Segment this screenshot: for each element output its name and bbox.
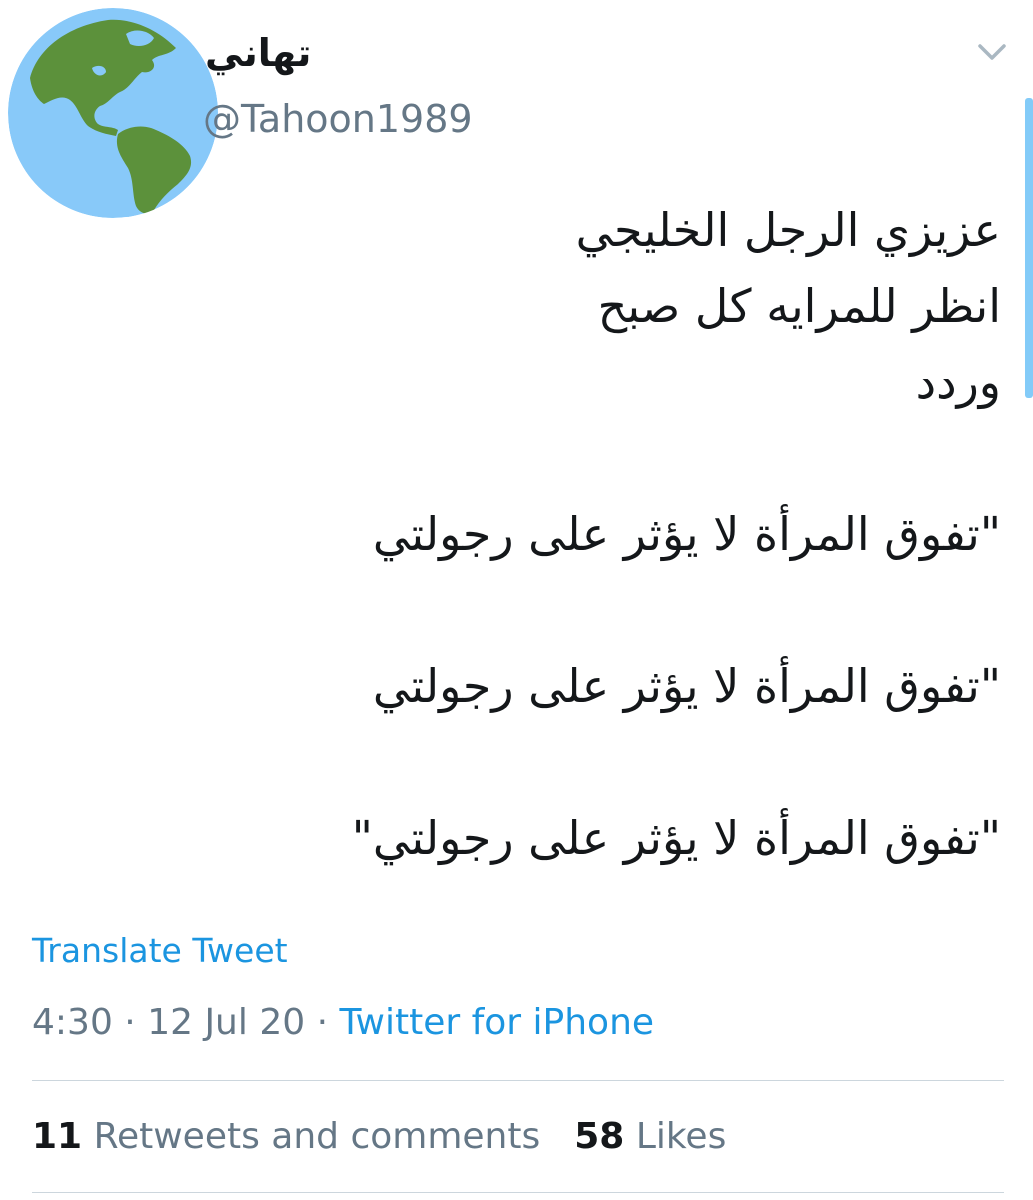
retweets-label: Retweets and comments (93, 1116, 541, 1157)
retweets-count: 11 (32, 1116, 83, 1157)
scrollbar[interactable] (1025, 98, 1033, 398)
likes-stat[interactable]: 58 Likes (574, 1116, 726, 1157)
tweet-line: "تفوق المرأة لا يؤثر على رجولتي (372, 507, 1001, 561)
tweet-stats: 11 Retweets and comments 58 Likes (32, 1112, 726, 1162)
meta-separator: · (112, 1002, 148, 1043)
tweet-line (101, 724, 1001, 800)
globe-americas-icon (8, 8, 218, 218)
tweet-line (101, 572, 1001, 648)
tweet-line: "تفوق المرأة لا يؤثر على رجولتي (372, 659, 1001, 713)
tweet-time[interactable]: 4:30 (32, 1002, 113, 1043)
meta-separator: · (305, 1002, 340, 1043)
tweet-menu-button[interactable] (972, 36, 1012, 70)
tweet-source-link[interactable]: Twitter for iPhone (339, 1002, 654, 1043)
retweets-stat[interactable]: 11 Retweets and comments (32, 1116, 540, 1157)
tweet-line: انظر للمرايه كل صبح (597, 279, 1001, 333)
translate-tweet-link[interactable]: Translate Tweet (32, 928, 288, 974)
tweet-line: وردد (915, 355, 1001, 409)
likes-label: Likes (635, 1116, 727, 1157)
divider (32, 1080, 1004, 1081)
avatar[interactable] (8, 8, 218, 218)
author-display-name[interactable]: تهاني (205, 28, 311, 78)
author-handle[interactable]: @Tahoon1989 (203, 94, 473, 144)
tweet-meta: 4:30 · 12 Jul 20 · Twitter for iPhone (32, 998, 654, 1048)
tweet-date[interactable]: 12 Jul 20 (147, 1002, 305, 1043)
tweet-line (101, 420, 1001, 496)
chevron-down-icon (978, 44, 1006, 60)
tweet-line: "تفوق المرأة لا يؤثر على رجولتي" (351, 811, 1001, 865)
tweet-line: عزيزي الرجل الخليجي (575, 203, 1001, 257)
divider (32, 1192, 1004, 1193)
tweet-text: عزيزي الرجل الخليجي انظر للمرايه كل صبح … (101, 192, 1001, 876)
likes-count: 58 (574, 1116, 625, 1157)
